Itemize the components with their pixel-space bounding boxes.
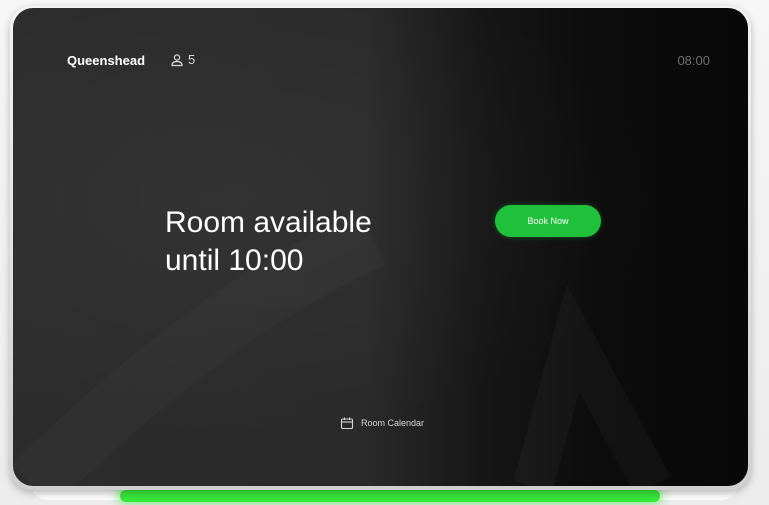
room-calendar-button[interactable]: Room Calendar xyxy=(340,416,424,430)
book-now-button[interactable]: Book Now xyxy=(495,205,601,237)
room-name: Queenshead xyxy=(67,53,146,68)
availability-status: Room available until 10:00 xyxy=(165,204,372,280)
background-arc-decoration xyxy=(13,8,748,486)
room-panel-screen: Queenshead 5 08:00 Room available until … xyxy=(13,8,748,486)
room-capacity: 5 xyxy=(170,52,195,67)
status-led-bar xyxy=(120,490,660,502)
person-icon xyxy=(170,53,184,67)
calendar-icon xyxy=(340,416,354,430)
room-panel-device: Queenshead 5 08:00 Room available until … xyxy=(10,6,751,490)
room-calendar-label: Room Calendar xyxy=(361,418,425,428)
clock-time: 08:00 xyxy=(677,53,710,68)
screen-lighting xyxy=(13,8,748,486)
capacity-count: 5 xyxy=(188,52,196,67)
availability-line-1: Room available xyxy=(165,206,372,239)
availability-line-2: until 10:00 xyxy=(165,244,304,277)
scene: Queenshead 5 08:00 Room available until … xyxy=(0,0,769,505)
